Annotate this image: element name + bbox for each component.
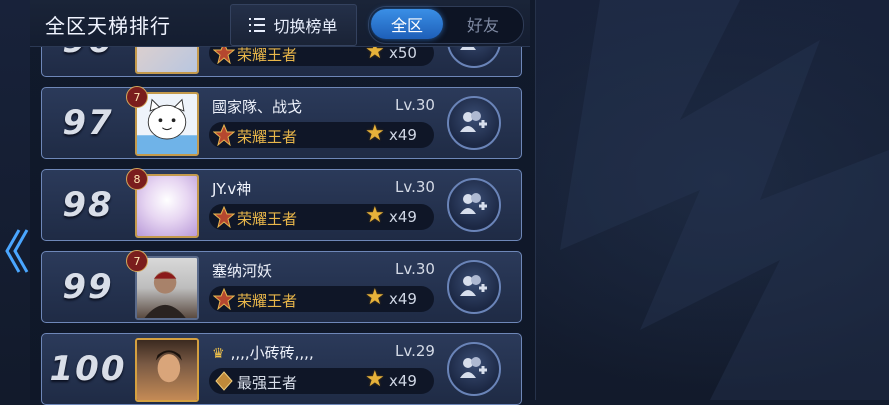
avatar[interactable] [135,338,199,402]
tier-box: 荣耀王者 ★ x49 [209,204,434,230]
star-icon: ★ [365,121,385,146]
star-count: x49 [389,372,417,390]
switch-list-label: 切换榜单 [273,17,338,36]
tier-box: 荣耀王者 ★ x49 [209,122,434,148]
crown-icon: ♛ [212,346,225,362]
tier-box: 荣耀王者 ★ x49 [209,286,434,312]
ranking-row[interactable]: 97 7 國家隊、战戈 Lv.30 荣耀王者 ★ x49 [41,86,522,159]
tier-name: 荣耀王者 [237,46,298,64]
vip-badge: 7 [126,250,148,272]
page-title: 全区天梯排行 [45,14,171,38]
star-icon: ★ [365,203,385,228]
tier-box: 最强王者 ★ x49 [209,368,434,394]
ranking-row[interactable]: 99 7 塞纳河妖 Lv.30 荣耀王者 ★ x49 [41,250,522,323]
switch-list-button[interactable]: 切换榜单 [230,4,357,46]
vip-badge: 8 [126,168,148,190]
tier-emblem-icon [213,206,235,228]
rank-number: 100 [49,349,127,389]
add-friend-button[interactable] [447,260,501,314]
tab-all-region[interactable]: 全区 [371,9,443,39]
player-level: Lv.30 [395,96,435,114]
background-emblem-icon [560,0,889,400]
ranking-row[interactable]: 100 ♛ ,,,,小砖砖,,,, Lv.29 最强王者 ★ x49 [41,333,522,405]
star-icon: ★ [365,285,385,310]
player-level: Lv.30 [395,178,435,196]
add-friend-icon [460,357,487,378]
rank-number: 98 [62,185,114,225]
tier-emblem-icon [213,288,235,310]
star-icon: ★ [365,367,385,392]
tier-emblem-icon [213,124,235,146]
add-friend-button[interactable] [447,178,501,232]
vip-badge: 7 [126,86,148,108]
player-name: ♛ ,,,,小砖砖,,,, [212,342,314,363]
add-friend-button[interactable] [447,342,501,396]
star-count: x49 [389,290,417,308]
star-count: x49 [389,208,417,226]
back-arrow-icon[interactable] [3,228,29,274]
player-level: Lv.30 [395,260,435,278]
player-level: Lv.29 [395,342,435,360]
add-friend-icon [460,275,487,296]
add-friend-icon [460,111,487,132]
player-name-text: ,,,,小砖砖,,,, [230,344,314,362]
tier-emblem-icon [215,371,233,391]
ranking-row[interactable]: 98 8 JY.v神 Lv.30 荣耀王者 ★ x49 [41,168,522,241]
list-icon [249,18,266,32]
tier-name: 荣耀王者 [237,292,298,310]
tier-name: 荣耀王者 [237,210,298,228]
rank-number: 99 [62,267,114,307]
person-avatar-icon [155,350,182,383]
tab-friends[interactable]: 好友 [447,9,519,39]
player-name: 塞纳河妖 [212,262,273,280]
tier-name: 最强王者 [237,374,298,392]
add-friend-button[interactable] [447,96,501,150]
add-friend-icon [460,193,487,214]
scope-tabs: 全区 好友 [368,6,524,44]
ranking-header: 全区天梯排行 切换榜单 全区 好友 [30,0,530,47]
tier-name: 荣耀王者 [237,128,298,146]
player-name: JY.v神 [212,180,252,198]
star-count: x49 [389,126,417,144]
player-name: 國家隊、战戈 [212,98,303,116]
rank-number: 97 [62,103,114,143]
